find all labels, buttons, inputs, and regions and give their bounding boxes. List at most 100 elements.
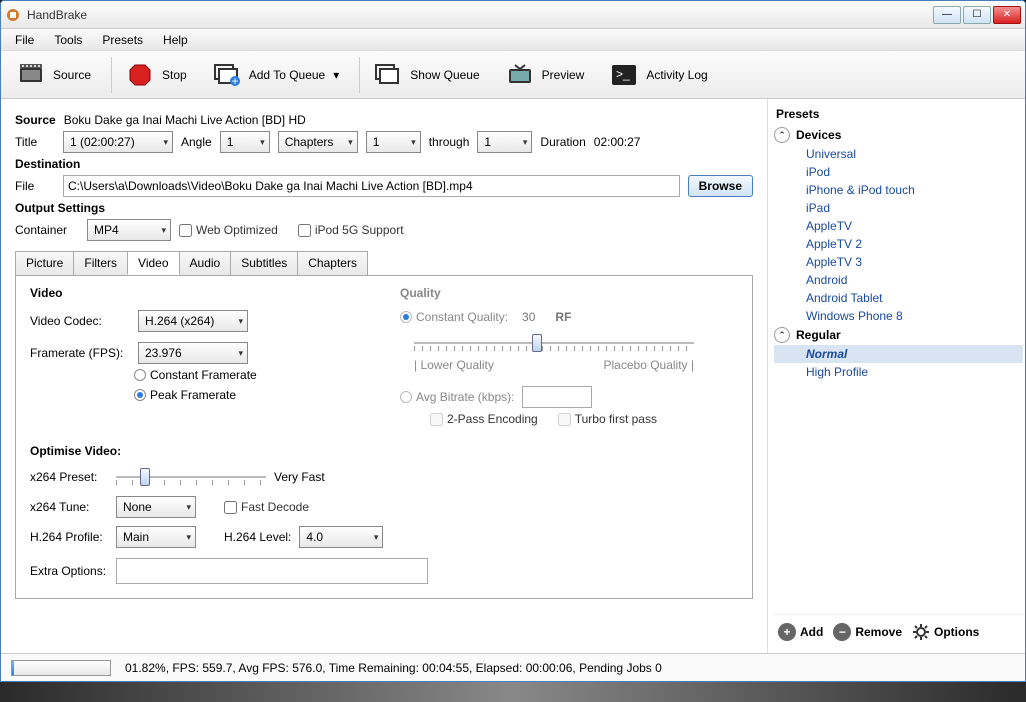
activity-log-button[interactable]: >_ Activity Log: [600, 57, 717, 93]
preset-ipod[interactable]: iPod: [774, 163, 1023, 181]
through-label: through: [429, 135, 470, 149]
show-queue-button[interactable]: Show Queue: [364, 57, 489, 93]
tab-video[interactable]: Video: [127, 251, 179, 275]
x264-preset-value: Very Fast: [274, 470, 325, 484]
preset-group-devices[interactable]: ⌃ Devices: [774, 125, 1023, 145]
title-select[interactable]: 1 (02:00:27): [63, 131, 173, 153]
activity-label: Activity Log: [646, 68, 707, 82]
minus-icon: −: [833, 623, 851, 641]
show-queue-label: Show Queue: [410, 68, 479, 82]
fps-select[interactable]: 23.976: [138, 342, 248, 364]
cq-radio[interactable]: Constant Quality:: [400, 310, 508, 324]
chapter-from-select[interactable]: 1: [366, 131, 421, 153]
preset-android[interactable]: Android: [774, 271, 1023, 289]
maximize-button[interactable]: ☐: [963, 6, 991, 24]
range-type-select[interactable]: Chapters: [278, 131, 358, 153]
preset-add-button[interactable]: +Add: [778, 623, 823, 641]
avg-bitrate-radio[interactable]: Avg Bitrate (kbps):: [400, 390, 514, 404]
ipod-support-checkbox[interactable]: iPod 5G Support: [298, 223, 404, 237]
x264-preset-label: x264 Preset:: [30, 470, 108, 484]
x264-tune-select[interactable]: None: [116, 496, 196, 518]
close-button[interactable]: ✕: [993, 6, 1021, 24]
output-settings-label: Output Settings: [15, 201, 753, 215]
preview-label: Preview: [542, 68, 585, 82]
tab-subtitles[interactable]: Subtitles: [230, 251, 298, 275]
preset-appletv[interactable]: AppleTV: [774, 217, 1023, 235]
source-value: Boku Dake ga Inai Machi Live Action [BD]…: [64, 113, 306, 127]
chevron-up-icon: ⌃: [774, 327, 790, 343]
preset-android-tablet[interactable]: Android Tablet: [774, 289, 1023, 307]
browse-button[interactable]: Browse: [688, 175, 753, 197]
chapter-to-select[interactable]: 1: [477, 131, 532, 153]
duration-label: Duration: [540, 135, 585, 149]
tabs: Picture Filters Video Audio Subtitles Ch…: [15, 251, 753, 275]
tab-picture[interactable]: Picture: [15, 251, 74, 275]
h264-level-select[interactable]: 4.0: [299, 526, 383, 548]
terminal-icon: >_: [610, 61, 638, 89]
progress-bar: [11, 660, 111, 676]
preset-appletv3[interactable]: AppleTV 3: [774, 253, 1023, 271]
h264-profile-select[interactable]: Main: [116, 526, 196, 548]
menu-help[interactable]: Help: [155, 31, 196, 49]
status-bar: 01.82%, FPS: 559.7, Avg FPS: 576.0, Time…: [1, 653, 1025, 681]
x264-preset-slider[interactable]: [116, 466, 266, 488]
queue-icon: [374, 61, 402, 89]
minimize-button[interactable]: —: [933, 6, 961, 24]
plus-icon: +: [778, 623, 796, 641]
tv-icon: [506, 61, 534, 89]
avg-bitrate-input: [522, 386, 592, 408]
menu-file[interactable]: File: [7, 31, 42, 49]
codec-select[interactable]: H.264 (x264): [138, 310, 248, 332]
preview-button[interactable]: Preview: [496, 57, 595, 93]
duration-value: 02:00:27: [594, 135, 641, 149]
menu-presets[interactable]: Presets: [94, 31, 151, 49]
turbo-checkbox: Turbo first pass: [558, 412, 657, 426]
preset-remove-button[interactable]: −Remove: [833, 623, 902, 641]
add-queue-label: Add To Queue: [249, 68, 326, 82]
add-queue-button[interactable]: + Add To Queue ▾: [203, 57, 350, 93]
extra-options-input[interactable]: [116, 558, 428, 584]
preset-normal[interactable]: Normal: [774, 345, 1023, 363]
fps-label: Framerate (FPS):: [30, 346, 130, 360]
preset-wp8[interactable]: Windows Phone 8: [774, 307, 1023, 325]
dropdown-icon: ▾: [333, 68, 339, 82]
tab-chapters[interactable]: Chapters: [297, 251, 368, 275]
tab-filters[interactable]: Filters: [73, 251, 128, 275]
tab-audio[interactable]: Audio: [179, 251, 232, 275]
pfr-radio[interactable]: Peak Framerate: [134, 388, 236, 402]
angle-select[interactable]: 1: [220, 131, 270, 153]
optimise-header: Optimise Video:: [30, 444, 738, 458]
preset-ipad[interactable]: iPad: [774, 199, 1023, 217]
h264-level-label: H.264 Level:: [224, 530, 291, 544]
quality-header: Quality: [400, 286, 738, 300]
video-tab-panel: Video Video Codec: H.264 (x264) Framerat…: [15, 275, 753, 599]
presets-header: Presets: [774, 103, 1023, 125]
cfr-radio[interactable]: Constant Framerate: [134, 368, 257, 382]
toolbar: Source Stop + Add To Queue ▾ Show Queue …: [1, 51, 1025, 99]
fast-decode-checkbox[interactable]: Fast Decode: [224, 500, 309, 514]
gear-icon: [912, 623, 930, 641]
cq-value: 30: [522, 310, 535, 324]
file-label: File: [15, 179, 55, 193]
preset-iphone[interactable]: iPhone & iPod touch: [774, 181, 1023, 199]
svg-text:>_: >_: [616, 67, 630, 81]
web-optimized-checkbox[interactable]: Web Optimized: [179, 223, 278, 237]
preset-universal[interactable]: Universal: [774, 145, 1023, 163]
menu-bar: File Tools Presets Help: [1, 29, 1025, 51]
preset-appletv2[interactable]: AppleTV 2: [774, 235, 1023, 253]
stop-button[interactable]: Stop: [116, 57, 197, 93]
preset-group-regular[interactable]: ⌃ Regular: [774, 325, 1023, 345]
toolbar-divider: [111, 57, 112, 93]
lower-quality-label: | Lower Quality: [414, 358, 494, 372]
quality-slider[interactable]: [414, 332, 694, 354]
angle-label: Angle: [181, 135, 212, 149]
source-button[interactable]: Source: [7, 57, 101, 93]
two-pass-checkbox: 2-Pass Encoding: [430, 412, 538, 426]
extra-options-label: Extra Options:: [30, 564, 108, 578]
preset-high-profile[interactable]: High Profile: [774, 363, 1023, 381]
add-queue-icon: +: [213, 61, 241, 89]
preset-options-button[interactable]: Options: [912, 623, 979, 641]
menu-tools[interactable]: Tools: [46, 31, 90, 49]
container-select[interactable]: MP4: [87, 219, 171, 241]
file-path-input[interactable]: [63, 175, 680, 197]
